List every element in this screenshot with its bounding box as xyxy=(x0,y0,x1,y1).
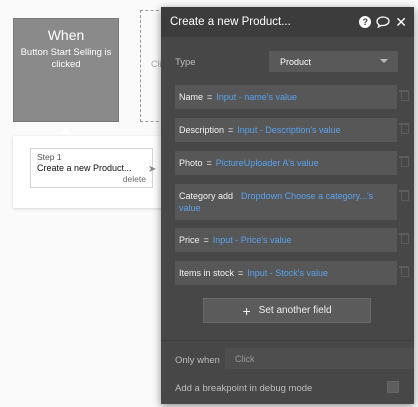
divider xyxy=(161,340,414,341)
type-value: Product xyxy=(280,57,312,67)
breakpoint-checkbox[interactable] xyxy=(387,381,399,393)
trash-icon[interactable] xyxy=(399,123,409,135)
steps-bar: Step 1 Create a new Product... delete ➤ xyxy=(13,136,163,208)
trash-icon[interactable] xyxy=(399,233,409,245)
trash-icon[interactable] xyxy=(399,156,409,168)
step-number: Step 1 xyxy=(37,152,62,162)
field-equals: = xyxy=(206,158,212,168)
only-when-input[interactable] xyxy=(225,348,414,369)
comment-icon[interactable] xyxy=(376,16,390,28)
step-card[interactable]: Step 1 Create a new Product... delete xyxy=(30,148,153,188)
action-property-editor: Create a new Product... ? ✕ Type Product… xyxy=(161,7,414,404)
field-equals: = xyxy=(207,92,213,102)
trash-icon[interactable] xyxy=(399,266,409,278)
event-description: Button Start Selling is clicked xyxy=(20,47,112,70)
field-value[interactable]: Input - Description's value xyxy=(237,125,340,135)
field-label: Description xyxy=(179,125,225,135)
field-label: Photo xyxy=(179,158,203,168)
event-pointer xyxy=(60,128,72,134)
set-another-field-label: Set another field xyxy=(258,305,332,316)
field-value[interactable]: Input - name's value xyxy=(216,92,297,102)
placeholder-text: Cli xyxy=(151,59,162,69)
chevron-down-icon xyxy=(380,59,388,63)
field-description[interactable]: Description = Input - Description's value xyxy=(175,118,397,142)
field-equals: = xyxy=(238,268,244,278)
field-label: Name xyxy=(179,92,204,102)
panel-title: Create a new Product... xyxy=(170,16,291,28)
step-delete-link[interactable]: delete xyxy=(123,174,146,184)
field-value[interactable]: PictureUploader A's value xyxy=(216,158,319,168)
set-another-field-button[interactable]: + Set another field xyxy=(203,298,371,323)
panel-header[interactable]: Create a new Product... ? ✕ xyxy=(161,7,414,37)
trash-icon[interactable] xyxy=(399,90,409,102)
event-card[interactable]: When Button Start Selling is clicked xyxy=(13,18,119,122)
field-label: Items in stock xyxy=(179,268,235,278)
type-dropdown[interactable]: Product xyxy=(269,51,398,72)
field-equals: = xyxy=(203,235,209,245)
field-photo[interactable]: Photo = PictureUploader A's value xyxy=(175,151,397,175)
field-value[interactable]: Input - Stock's value xyxy=(247,268,328,278)
field-equals: = xyxy=(228,125,234,135)
field-name[interactable]: Name = Input - name's value xyxy=(175,85,397,109)
field-value[interactable]: Input - Price's value xyxy=(213,235,292,245)
field-label: Price xyxy=(179,235,200,245)
field-category-add[interactable]: Category add Dropdown Choose a category..… xyxy=(175,184,397,220)
chevron-right-icon[interactable]: ➤ xyxy=(148,164,156,175)
type-row: Type Product xyxy=(161,51,414,73)
only-when-row: Only when xyxy=(161,347,414,369)
only-when-label: Only when xyxy=(175,355,220,366)
help-icon[interactable]: ? xyxy=(359,16,372,28)
close-icon[interactable]: ✕ xyxy=(395,14,407,31)
field-label: Category add xyxy=(179,191,234,201)
breakpoint-label: Add a breakpoint in debug mode xyxy=(175,383,313,394)
trash-icon[interactable] xyxy=(399,190,409,202)
step-name: Create a new Product... xyxy=(37,163,132,173)
plus-icon: + xyxy=(242,302,251,319)
field-price[interactable]: Price = Input - Price's value xyxy=(175,228,397,252)
field-items-in-stock[interactable]: Items in stock = Input - Stock's value xyxy=(175,261,397,285)
breakpoint-row: Add a breakpoint in debug mode xyxy=(161,379,414,397)
type-label: Type xyxy=(175,57,196,68)
event-title: When xyxy=(47,27,85,43)
